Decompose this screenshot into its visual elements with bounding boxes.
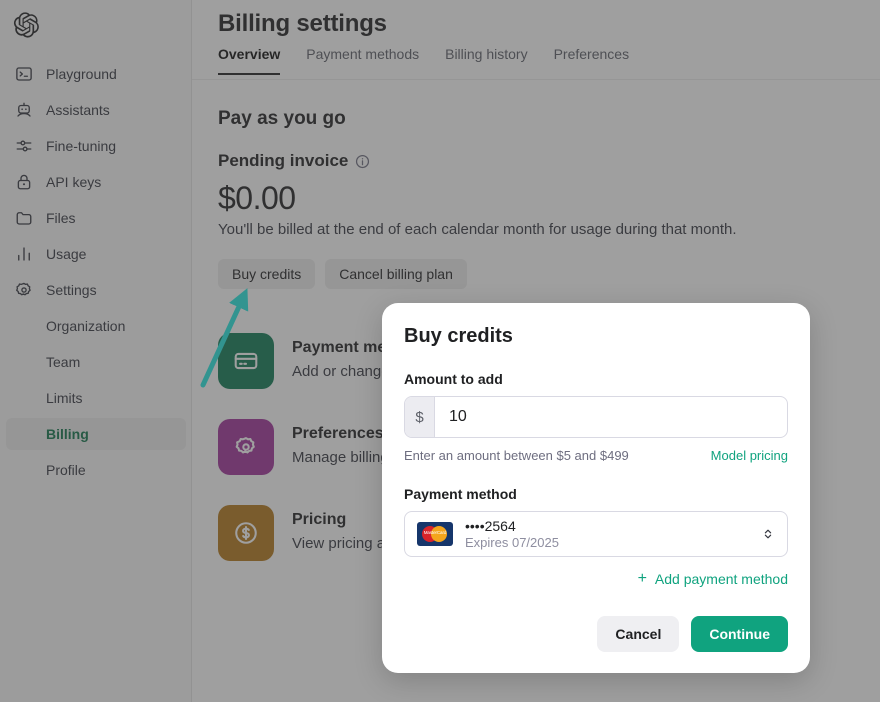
continue-button[interactable]: Continue xyxy=(691,616,788,652)
modal-title: Buy credits xyxy=(404,325,513,347)
modal-action-row: Cancel Continue xyxy=(597,616,788,652)
mastercard-wordmark: MasterCard xyxy=(423,530,447,535)
mastercard-icon: MasterCard xyxy=(417,522,453,546)
chevron-up-down-icon[interactable] xyxy=(761,525,775,543)
amount-input-group[interactable]: $ xyxy=(404,396,788,438)
card-number: ••••2564 xyxy=(465,517,516,534)
amount-helper-text: Enter an amount between $5 and $499 xyxy=(404,448,629,463)
buy-credits-modal: Buy credits Amount to add $ Enter an amo… xyxy=(382,303,810,673)
amount-helper-row: Enter an amount between $5 and $499 Mode… xyxy=(404,448,788,463)
currency-prefix: $ xyxy=(405,397,435,437)
cancel-button[interactable]: Cancel xyxy=(597,616,680,652)
payment-method-label: Payment method xyxy=(404,486,517,502)
amount-to-add-label: Amount to add xyxy=(404,371,503,387)
add-payment-method-button[interactable]: + Add payment method xyxy=(404,570,788,588)
payment-method-select[interactable]: MasterCard ••••2564 Expires 07/2025 xyxy=(404,511,788,557)
app-root: Playground Assistants Fine-tuning API ke… xyxy=(0,0,880,702)
model-pricing-link[interactable]: Model pricing xyxy=(711,448,788,463)
amount-input[interactable] xyxy=(435,397,787,437)
payment-method-info: ••••2564 Expires 07/2025 xyxy=(465,518,761,551)
plus-icon: + xyxy=(637,570,647,587)
add-payment-method-label: Add payment method xyxy=(654,571,788,587)
card-expiry: Expires 07/2025 xyxy=(465,534,559,550)
